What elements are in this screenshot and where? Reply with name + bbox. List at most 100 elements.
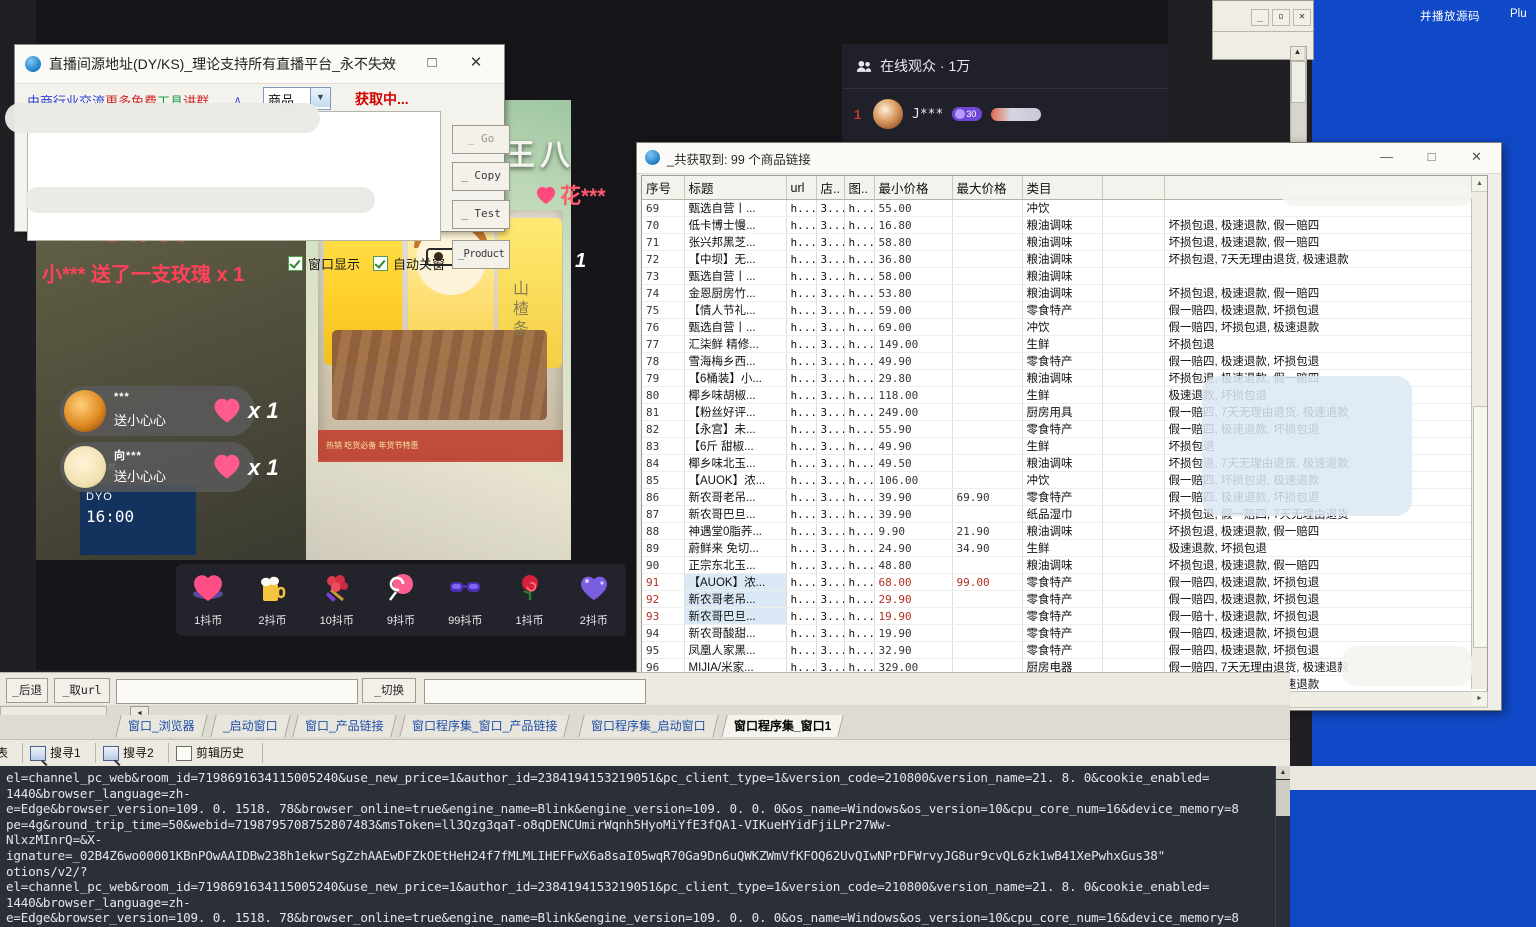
tool-window-titlebar[interactable]: 直播间源地址(DY/KS)_理论支持所有直播平台_永不失效 — □ ✕ [15,45,504,84]
table-row[interactable]: 73甄选自营丨...h...3...h...58.00粮油调味 [642,268,1487,285]
maximize-button[interactable]: □ [410,45,454,81]
row-index: 92 [642,591,684,608]
switch-button[interactable]: _切换 [362,678,416,703]
gift-label: 9抖币 [372,612,430,628]
minimize-icon[interactable]: _ [1251,9,1269,26]
search1-tool[interactable]: 搜寻1 [30,744,81,763]
tab-5[interactable]: 窗口程序集_窗口1 [721,715,844,737]
console-scrollbar[interactable]: ▲ [1275,766,1290,927]
gift-button-rose[interactable]: 1抖币 [501,572,559,628]
tab-strip[interactable]: 窗口_浏览器_启动窗口窗口_产品链接窗口程序集_窗口_产品链接窗口程序集_启动窗… [0,715,1290,739]
table-row[interactable]: 71张兴邦黑芝...h...3...h...58.80粮油调味坏损包退, 极速退… [642,234,1487,251]
table-row[interactable]: 89蔚鲜来 免切...h...3...h...24.9034.90生鲜极速退款,… [642,540,1487,557]
console-output[interactable]: el=channel_pc_web&room_id=71986916341150… [0,766,1290,927]
table-row[interactable]: 75【情人节礼...h...3...h...59.00零食特产假一赔四, 极速退… [642,302,1487,319]
row-max-price [952,455,1022,472]
close-button[interactable]: ✕ [1454,143,1499,171]
tab-3[interactable]: 窗口程序集_窗口_产品链接 [399,715,570,737]
gift-button-lollipop[interactable]: 9抖币 [372,572,430,628]
tool-window-title: 直播间源地址(DY/KS)_理论支持所有直播平台_永不失效 [49,54,396,74]
scroll-right-arrow[interactable]: ► [1472,692,1487,705]
table-row[interactable]: 72【中坝】无...h...3...h...36.80粮油调味坏损包退, 7天无… [642,251,1487,268]
row-image: h... [844,234,874,251]
scroll-thumb[interactable] [1276,780,1290,816]
product-table[interactable]: 序号 标题 url 店.. 图.. 最小价格 最大价格 类目 69甄选自营丨..… [641,175,1488,692]
copy-button[interactable]: _ Copy [452,162,510,191]
go-button[interactable]: _ Go [452,125,510,154]
gift-button-bouquet[interactable]: 10抖币 [308,572,366,628]
checkbox-icon[interactable] [373,256,388,271]
row-shop: 3... [816,642,844,659]
maximize-icon[interactable]: ▫ [1272,9,1290,26]
table-tool[interactable]: 表 [0,744,8,763]
table-row[interactable]: 70低卡博士慢...h...3...h...16.80粮油调味坏损包退, 极速退… [642,217,1487,234]
table-vertical-scrollbar[interactable]: ▲ [1471,176,1487,689]
chevron-down-icon[interactable]: ▼ [310,88,330,107]
table-row[interactable]: 74金恩厨房竹...h...3...h...53.80粮油调味坏损包退, 极速退… [642,285,1487,302]
search2-tool[interactable]: 搜寻2 [103,744,154,763]
table-row[interactable]: 76甄选自营丨...h...3...h...69.00冲饮假一赔四, 坏损包退,… [642,319,1487,336]
column-header-url[interactable]: url [786,176,816,200]
tab-0[interactable]: 窗口_浏览器 [115,715,207,737]
table-window-titlebar[interactable]: _共获取到: 99 个商品链接 — □ ✕ [637,143,1501,174]
window-controls[interactable]: — □ ✕ [1364,143,1499,171]
table-row[interactable]: 94新农哥酸甜...h...3...h...19.90零食特产假一赔四, 极速退… [642,625,1487,642]
gift-toast: 向*** 送小心心 [60,442,255,492]
scroll-up-arrow[interactable]: ▲ [1291,47,1304,61]
table-row[interactable]: 77汇柒鲜 精修...h...3...h...149.00生鲜坏损包退 [642,336,1487,353]
avatar [64,390,106,432]
row-max-price [952,285,1022,302]
scroll-thumb[interactable] [1473,406,1488,648]
row-url: h... [786,557,816,574]
table-row[interactable]: 78雪海梅乡西...h...3...h...49.90零食特产假一赔四, 极速退… [642,353,1487,370]
column-header-blank[interactable] [1102,176,1164,200]
window-controls[interactable]: _ ▫ ✕ [1251,9,1311,26]
row-shop: 3... [816,438,844,455]
scroll-thumb[interactable] [1291,61,1306,103]
column-header-title[interactable]: 标题 [684,176,786,200]
column-header-shop[interactable]: 店.. [816,176,844,200]
row-min-price: 19.90 [874,608,952,625]
auto-close-checkbox[interactable]: 自动关窗 [373,254,445,273]
test-button[interactable]: _ Test [452,200,510,229]
gift-bar[interactable]: 1抖币 2抖币 10抖币 9抖币 99抖币 1抖币 2抖币 [176,564,626,636]
close-icon[interactable]: ✕ [1293,9,1311,26]
maximize-button[interactable]: □ [1409,143,1454,171]
back-button[interactable]: _后退 [6,678,48,703]
column-header-min-price[interactable]: 最小价格 [874,176,952,200]
url-input-1[interactable] [116,679,358,704]
product-links-window[interactable]: _共获取到: 99 个商品链接 — □ ✕ 序号 标题 url 店.. 图.. … [636,142,1502,711]
table-row[interactable]: 88神遇堂0脂荞...h...3...h...9.9021.90粮油调味坏损包退… [642,523,1487,540]
gift-button-beer[interactable]: 2抖币 [243,572,301,628]
checkbox-icon[interactable] [288,256,303,271]
minimize-button[interactable]: — [366,45,410,81]
scroll-up-arrow[interactable]: ▲ [1276,766,1290,779]
close-button[interactable]: ✕ [454,45,498,81]
row-category: 生鲜 [1022,336,1102,353]
tab-1[interactable]: _启动窗口 [210,715,290,737]
column-header-index[interactable]: 序号 [642,176,684,200]
get-url-button[interactable]: _取url [54,678,110,703]
tab-2[interactable]: 窗口_产品链接 [292,715,396,737]
tab-4[interactable]: 窗口程序集_启动窗口 [578,715,718,737]
column-header-category[interactable]: 类目 [1022,176,1102,200]
gift-button-sunglasses[interactable]: 99抖币 [436,572,494,628]
gift-button-heart[interactable]: 1抖币 [179,572,237,628]
column-header-max-price[interactable]: 最大价格 [952,176,1022,200]
source-url-tool-window[interactable]: 直播间源地址(DY/KS)_理论支持所有直播平台_永不失效 — □ ✕ 由商行业… [14,44,505,232]
table-row[interactable]: 91【AUOK】浓...h...3...h...68.0099.00零食特产假一… [642,574,1487,591]
clip-history-tool[interactable]: 剪辑历史 [176,744,244,763]
table-row[interactable]: 90正宗东北玉...h...3...h...48.80粮油调味坏损包退, 极速退… [642,557,1487,574]
table-row[interactable]: 93新农哥巴旦...h...3...h...19.90零食特产假一赔十, 极速退… [642,608,1487,625]
window-show-checkbox[interactable]: 窗口显示 [288,254,360,273]
table-row[interactable]: 92新农哥老吊...h...3...h...29.90零食特产假一赔四, 极速退… [642,591,1487,608]
gift-button-sparkle-heart[interactable]: 2抖币 [565,572,623,628]
window-controls[interactable]: — □ ✕ [366,45,498,81]
audience-list-item[interactable]: 1 J*** 30 [854,99,1041,129]
scroll-up-arrow[interactable]: ▲ [1472,176,1487,192]
product-button[interactable]: _Product [452,240,510,269]
column-header-image[interactable]: 图.. [844,176,874,200]
url-input-2[interactable] [424,679,646,704]
minimize-button[interactable]: — [1364,143,1409,171]
row-shop: 3... [816,285,844,302]
